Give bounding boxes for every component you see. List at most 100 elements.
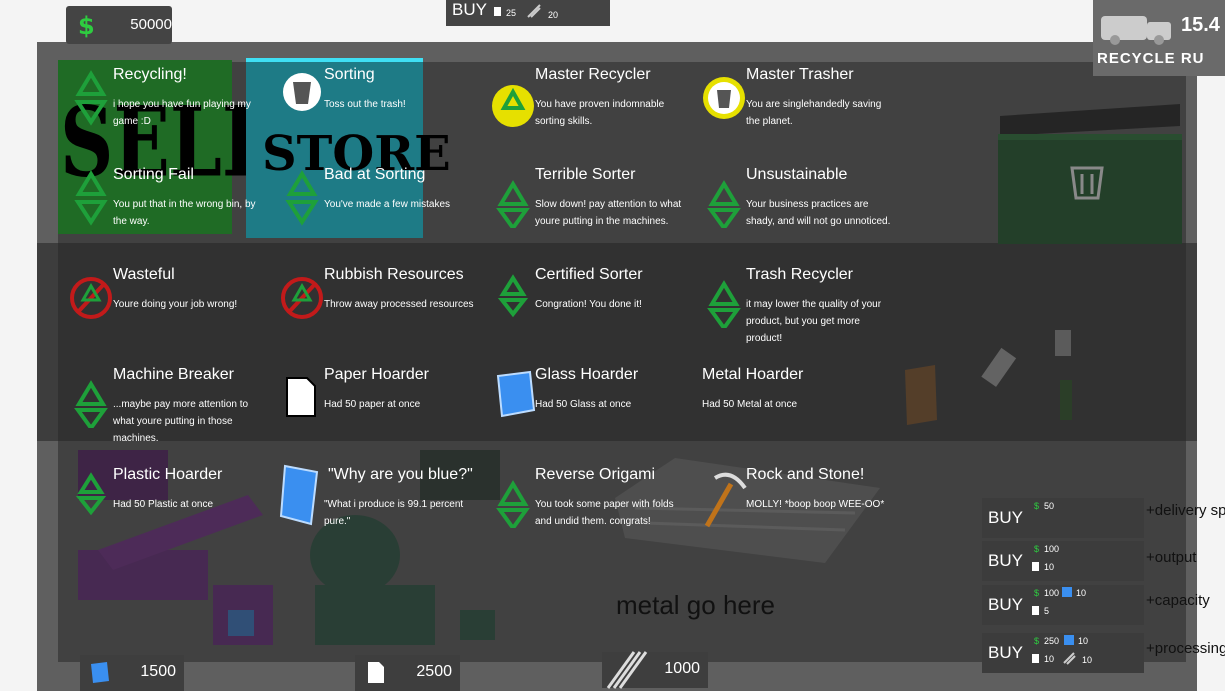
achievement-title: Terrible Sorter xyxy=(535,166,636,183)
paper-icon xyxy=(286,377,316,417)
glass-icon xyxy=(1064,635,1074,645)
achievement-certified-sorter: Certified Sorter Congration! You done it… xyxy=(480,262,680,357)
paper-cost: 10 xyxy=(1044,562,1055,572)
metal-icon xyxy=(1063,652,1076,665)
recycle-icon xyxy=(496,480,530,528)
achievement-unsustainable: Unsustainable Your business practices ar… xyxy=(691,162,891,257)
upgrade-label: +processing xyxy=(1146,640,1225,657)
recycle-icon xyxy=(74,170,108,226)
achievement-desc: MOLLY! *boop boop WEE-OO* xyxy=(746,499,885,510)
paper-icon xyxy=(1032,606,1039,615)
achievement-title: Certified Sorter xyxy=(535,266,643,283)
buy-truck-button[interactable]: BUY 25 20 xyxy=(446,0,610,26)
paper-icon xyxy=(1032,562,1039,571)
achievement-desc: Had 50 Glass at once xyxy=(535,399,632,410)
achievement-metal-hoarder: Metal Hoarder Had 50 Metal at once xyxy=(691,362,891,457)
upgrade-capacity[interactable]: BUY $ 100 10 5 xyxy=(982,585,1144,625)
truck-icon xyxy=(1101,16,1171,45)
achievement-title: Metal Hoarder xyxy=(702,366,804,383)
paper-icon xyxy=(368,662,384,683)
achievement-title: Machine Breaker xyxy=(113,366,234,383)
paper-icon xyxy=(1032,654,1039,663)
achievement-desc: You've made a few mistakes xyxy=(324,199,451,210)
metal-resource: 1000 xyxy=(602,651,708,689)
paper-cost: 25 xyxy=(506,8,517,18)
svg-text:$: $ xyxy=(78,12,95,40)
recycle-run-panel[interactable]: 15.4 RECYCLE RU xyxy=(1093,0,1225,76)
achievement-plastic-hoarder: Plastic Hoarder Had 50 Plastic at once xyxy=(58,462,258,557)
achievement-paper-hoarder: Paper Hoarder Had 50 paper at once xyxy=(269,362,469,457)
money-icon: $ xyxy=(1034,501,1040,511)
achievement-desc: Had 50 paper at once xyxy=(324,399,421,410)
upgrade-label: +delivery sp xyxy=(1146,502,1225,519)
achievement-desc: Youre doing your job wrong! xyxy=(113,299,238,310)
glass-cost: 10 xyxy=(1076,588,1087,598)
pickaxe-icon xyxy=(704,472,747,528)
glass-cost: 10 xyxy=(1078,636,1089,646)
gold-trash-icon xyxy=(703,77,745,119)
achievement-rock-and-stone: Rock and Stone! MOLLY! *boop boop WEE-OO… xyxy=(691,462,891,557)
recycle-run-label: RECYCLE RU xyxy=(1097,50,1205,67)
achievement-desc: Had 50 Plastic at once xyxy=(113,499,214,510)
paper-resource: 2500 xyxy=(355,655,460,691)
metal-rods-icon xyxy=(606,651,648,689)
money-icon: $ xyxy=(1034,636,1040,646)
paper-cost: 5 xyxy=(1044,606,1050,616)
achievement-recycling: Recycling! i hope you have fun playing m… xyxy=(58,62,258,157)
upgrade-label: +output xyxy=(1146,549,1197,566)
recycle-icon xyxy=(496,180,530,228)
glass-count: 1500 xyxy=(140,663,176,680)
achievement-wasteful: Wasteful Youre doing your job wrong! xyxy=(58,262,258,357)
paper-cost: 10 xyxy=(1044,654,1055,664)
upgrade-label: +capacity xyxy=(1146,592,1210,609)
achievement-title: Recycling! xyxy=(113,66,187,83)
achievement-desc: Slow down! pay attention to what youre p… xyxy=(535,199,682,227)
glass-resource: 1500 xyxy=(80,655,184,691)
achievement-rubbish-resources: Rubbish Resources Throw away processed r… xyxy=(269,262,474,357)
achievement-trash-recycler: Trash Recycler it may lower the quality … xyxy=(691,262,891,357)
achievement-desc: Throw away processed resources xyxy=(324,299,474,310)
paper-icon xyxy=(494,7,501,16)
metal-count: 1000 xyxy=(664,660,700,677)
no-recycle-icon xyxy=(281,277,323,319)
recycle-icon xyxy=(497,274,529,318)
achievement-glass-hoarder: Glass Hoarder Had 50 Glass at once xyxy=(480,362,680,457)
glass-icon xyxy=(279,464,319,526)
achievement-title: Trash Recycler xyxy=(746,266,853,283)
achievement-desc: it may lower the quality of your product… xyxy=(746,299,882,344)
achievement-desc: You put that in the wrong bin, by the wa… xyxy=(113,199,256,227)
achievement-title: Rock and Stone! xyxy=(746,466,865,483)
achievement-title: Bad at Sorting xyxy=(324,166,426,183)
buy-label: BUY xyxy=(988,551,1023,570)
recycle-icon xyxy=(74,380,108,428)
achievement-title: Plastic Hoarder xyxy=(113,466,223,483)
upgrade-delivery-speed[interactable]: BUY $ 50 xyxy=(982,498,1144,538)
money-value: 50000 xyxy=(130,16,172,33)
money-icon: $ xyxy=(1034,588,1040,598)
achievement-title: Unsustainable xyxy=(746,166,848,183)
trash-can-icon xyxy=(283,73,321,111)
truck-timer: 15.4 xyxy=(1181,14,1220,36)
achievement-title: Master Trasher xyxy=(746,66,854,83)
achievement-title: Rubbish Resources xyxy=(324,266,464,283)
money-cost: 250 xyxy=(1044,636,1060,646)
achievement-desc: Had 50 Metal at once xyxy=(702,399,798,410)
metal-icon xyxy=(527,4,541,18)
achievement-title: Glass Hoarder xyxy=(535,366,639,383)
money-cost: 100 xyxy=(1044,588,1060,598)
upgrade-processing[interactable]: BUY $ 250 10 10 10 xyxy=(982,633,1144,673)
gold-recycle-icon xyxy=(492,85,534,127)
achievement-desc: Your business practices are shady, and w… xyxy=(746,199,891,227)
recycle-icon xyxy=(285,170,319,226)
metal-cost: 10 xyxy=(1082,655,1093,665)
achievement-title: "Why are you blue?" xyxy=(328,466,473,483)
buy-label: BUY xyxy=(988,643,1023,662)
paper-count: 2500 xyxy=(416,663,452,680)
recycle-icon xyxy=(74,70,108,126)
achievement-desc: ...maybe pay more attention to what your… xyxy=(113,399,249,444)
achievement-machine-breaker: Machine Breaker ...maybe pay more attent… xyxy=(58,362,258,457)
metal-cost: 20 xyxy=(548,10,559,20)
achievement-desc: You have proven indomnable sorting skill… xyxy=(535,99,665,127)
upgrade-output[interactable]: BUY $ 100 10 xyxy=(982,541,1144,581)
glass-icon xyxy=(496,370,536,418)
